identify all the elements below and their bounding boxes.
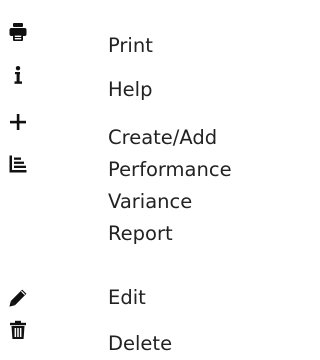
legend-label-delete: Delete [108, 332, 173, 355]
legend-label-performance-variance-report: Performance Variance Report [108, 158, 232, 245]
legend-label-edit: Edit [108, 286, 146, 309]
icon-legend: Print Help Create/Add Performance Varian… [0, 0, 264, 355]
trash-icon [8, 320, 28, 340]
plus-icon [8, 112, 28, 132]
print-icon [8, 22, 28, 42]
legend-label-create-add: Create/Add [108, 126, 218, 149]
legend-label-help: Help [108, 78, 153, 101]
bar-chart-icon [8, 154, 28, 174]
legend-label-print: Print [108, 34, 153, 57]
pencil-icon [8, 288, 28, 308]
help-icon [8, 65, 28, 85]
